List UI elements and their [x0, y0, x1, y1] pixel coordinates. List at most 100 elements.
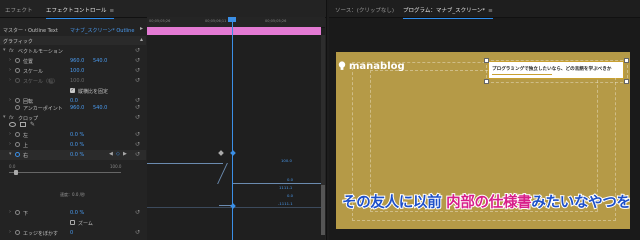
row-crop-bottom[interactable]: › 下 0.0 % ↺ — [0, 208, 146, 218]
clip-bar[interactable] — [147, 27, 321, 35]
reset-icon[interactable]: ↺ — [135, 67, 140, 74]
add-keyframe-icon[interactable]: ◇ — [116, 151, 120, 157]
playhead-handle[interactable] — [228, 17, 236, 22]
scale-value[interactable]: 100.0 — [70, 68, 84, 74]
crop-right-value[interactable]: 0.0 % — [70, 152, 84, 158]
twirl-closed-icon[interactable]: › — [9, 57, 14, 63]
value-graph-line — [147, 163, 223, 164]
feather-value[interactable]: 0 — [70, 230, 73, 236]
row-feather-edges[interactable]: › エッジをぼかす 0 ↺ — [0, 228, 146, 238]
speed-label: 速度：0.0 /秒 — [60, 192, 85, 197]
prev-keyframe-icon[interactable]: ◀ — [109, 151, 113, 157]
row-crop-top[interactable]: › 上 0.0 % ↺ — [0, 140, 146, 150]
row-label: 下 — [23, 211, 29, 217]
twirl-open-icon[interactable]: ▾ — [9, 151, 14, 157]
row-label: スケール（幅） — [23, 79, 59, 85]
reset-icon[interactable]: ↺ — [135, 47, 140, 54]
twirl-closed-icon[interactable]: › — [9, 97, 14, 103]
ellipse-mask-icon[interactable] — [9, 122, 16, 127]
row-label: スケール — [23, 69, 44, 75]
crop-top-value[interactable]: 0.0 % — [70, 142, 84, 148]
anchor-y-value[interactable]: 540.0 — [93, 105, 107, 111]
twirl-open-icon[interactable]: ▾ — [3, 114, 8, 120]
reset-icon[interactable]: ↺ — [135, 114, 140, 121]
twirl-closed-icon[interactable]: › — [9, 141, 14, 147]
tab-program[interactable]: プログラム：マナブ_スクリーン* ≡ — [403, 6, 493, 19]
crop-left-value[interactable]: 0.0 % — [70, 132, 84, 138]
tab-source[interactable]: ソース：(クリップなし) — [335, 6, 394, 14]
collapse-icon[interactable]: ▴ — [140, 36, 143, 43]
pen-icon[interactable]: ✎ — [30, 121, 35, 128]
twirl-closed-icon[interactable]: › — [9, 229, 14, 235]
fx-icon[interactable]: fx — [9, 48, 14, 54]
subtitle-part-3: みたいなやつを — [530, 194, 630, 212]
row-label: ベクトルモーション — [18, 49, 63, 55]
play-icon[interactable]: ▸ — [140, 25, 143, 32]
row-crop-left[interactable]: › 左 0.0 % ↺ — [0, 130, 146, 140]
reset-icon[interactable]: ↺ — [135, 57, 140, 64]
timeline-scrollbar[interactable] — [321, 35, 325, 235]
stopwatch-icon[interactable] — [15, 209, 20, 215]
tab-menu-icon[interactable]: ≡ — [488, 8, 493, 14]
zoom-checkbox[interactable] — [70, 219, 75, 225]
ruler-label: 00;05;06;11 — [205, 19, 227, 23]
program-viewer[interactable]: manablog プログラミングで独立したいなら、どの言語を学ぶべきか その友人… — [336, 52, 630, 229]
tab-menu-icon[interactable]: ≡ — [110, 8, 115, 14]
reset-icon[interactable]: ↺ — [135, 151, 140, 158]
tab-effects[interactable]: エフェクト — [5, 6, 33, 14]
stopwatch-icon[interactable] — [15, 57, 20, 63]
keyframe-marker[interactable] — [218, 150, 224, 156]
uniform-scale-checkbox[interactable]: ✓ — [70, 87, 75, 93]
position-y-value[interactable]: 540.0 — [93, 58, 107, 64]
subtitle-part-2: 内部の仕様書 — [445, 194, 533, 212]
reset-icon[interactable]: ↺ — [135, 209, 140, 216]
twirl-closed-icon[interactable]: › — [9, 131, 14, 137]
twirl-closed-icon: › — [9, 77, 11, 83]
fx-icon[interactable]: fx — [9, 115, 14, 121]
row-crop-right[interactable]: ▾ 右 0.0 % ◀ ◇ ▶ ↺ — [0, 150, 146, 160]
position-x-value[interactable]: 960.0 — [70, 58, 84, 64]
graph-value-label: 0.0 — [287, 193, 294, 198]
subtitle-text: その友人に以前 内部の仕様書みたいなやつを — [341, 191, 630, 212]
rectangle-mask-icon[interactable] — [20, 122, 26, 127]
crop-bottom-value[interactable]: 0.0 % — [70, 210, 84, 216]
stopwatch-icon[interactable] — [15, 67, 20, 73]
row-uniform-scale: ✓ 縦横比を固定 — [0, 86, 146, 96]
reset-icon[interactable]: ↺ — [135, 77, 140, 84]
twirl-closed-icon[interactable]: › — [9, 67, 14, 73]
row-scale-width: › スケール（幅） 100.0 ↺ — [0, 76, 146, 86]
stopwatch-icon[interactable] — [15, 131, 20, 137]
stopwatch-icon[interactable] — [15, 104, 20, 110]
reset-icon[interactable]: ↺ — [135, 131, 140, 138]
tab-effect-controls[interactable]: エフェクトコントロール ≡ — [46, 6, 115, 19]
row-scale[interactable]: › スケール 100.0 ↺ — [0, 66, 146, 76]
transform-handle[interactable] — [484, 58, 489, 63]
scrollbar-thumb[interactable] — [321, 185, 325, 235]
row-anchor-point[interactable]: アンカーポイント 960.0 540.0 ↺ — [0, 103, 146, 113]
next-keyframe-icon[interactable]: ▶ — [123, 151, 127, 157]
master-label[interactable]: マスター・Outline Text — [3, 27, 58, 34]
reset-icon[interactable]: ↺ — [135, 141, 140, 148]
anchor-x-value[interactable]: 960.0 — [70, 105, 84, 111]
stopwatch-icon[interactable] — [15, 97, 20, 103]
stopwatch-active-icon[interactable] — [15, 151, 20, 157]
reset-icon[interactable]: ↺ — [135, 104, 140, 111]
transform-handle[interactable] — [624, 79, 629, 84]
value-slider-thumb[interactable] — [14, 170, 18, 175]
transform-handle[interactable] — [624, 58, 629, 63]
value-slider-track[interactable] — [9, 172, 121, 173]
clip-label[interactable]: マナブ_スクリーン* Outline — [70, 27, 134, 34]
graph-min-label: 0.0 — [9, 164, 16, 169]
transform-handle[interactable] — [484, 79, 489, 84]
twirl-open-icon[interactable]: ▾ — [3, 47, 8, 53]
row-position[interactable]: › 位置 960.0 540.0 ↺ — [0, 56, 146, 66]
stopwatch-icon[interactable] — [15, 141, 20, 147]
row-label: 位置 — [23, 59, 34, 65]
effect-timeline[interactable]: 00;05;05;26 00;05;06;11 00;05;05;26 100.… — [147, 17, 325, 240]
stopwatch-icon — [15, 77, 20, 83]
row-vector-motion[interactable]: ▾ fx ベクトルモーション ↺ — [0, 46, 146, 56]
reset-icon[interactable]: ↺ — [135, 229, 140, 236]
twirl-closed-icon[interactable]: › — [9, 209, 14, 215]
stopwatch-icon[interactable] — [15, 229, 20, 235]
row-label: ズーム — [78, 221, 93, 227]
